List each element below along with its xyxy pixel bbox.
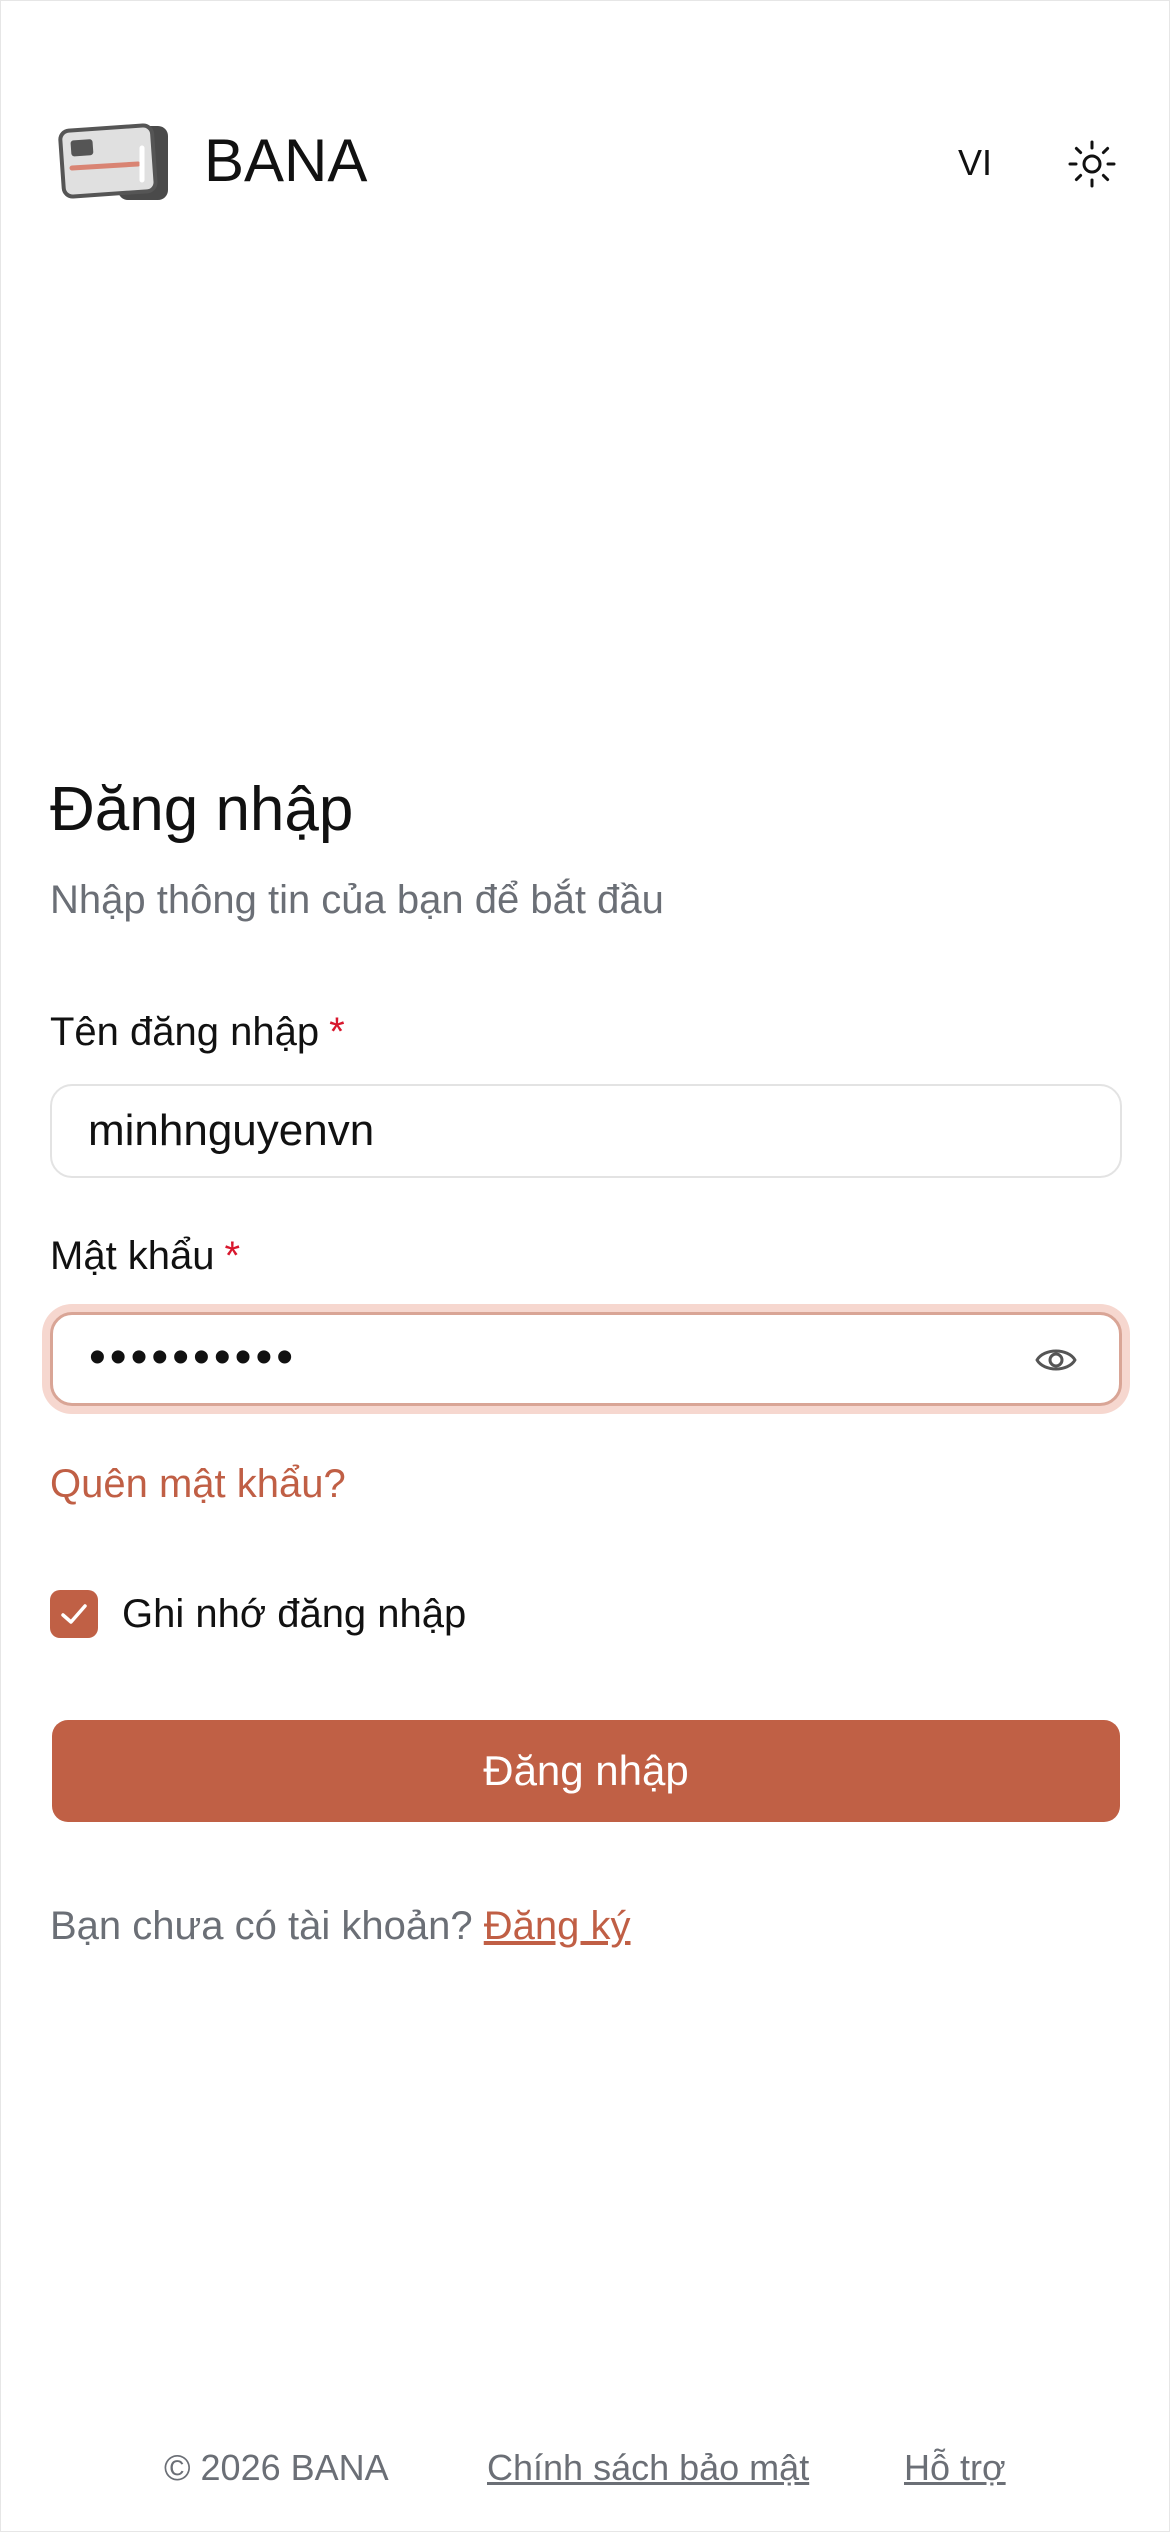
theme-toggle-button[interactable] bbox=[1066, 138, 1118, 190]
required-mark: * bbox=[329, 1010, 345, 1054]
checkmark-icon bbox=[61, 1604, 87, 1624]
app-header: BANA VI bbox=[0, 0, 1172, 320]
username-label-text: Tên đăng nhập bbox=[50, 1010, 320, 1054]
password-input[interactable]: •••••••••• bbox=[89, 1315, 297, 1403]
card-icon bbox=[58, 123, 168, 200]
password-label-text: Mật khẩu bbox=[50, 1234, 215, 1278]
login-button[interactable]: Đăng nhập bbox=[52, 1720, 1120, 1822]
language-switch-button[interactable]: VI bbox=[940, 138, 1010, 188]
copyright-text: © 2026 BANA bbox=[164, 2447, 389, 2488]
password-label: Mật khẩu * bbox=[50, 1228, 240, 1284]
privacy-policy-link[interactable]: Chính sách bảo mật bbox=[487, 2440, 809, 2496]
username-label: Tên đăng nhập * bbox=[50, 1004, 345, 1060]
signup-prompt: Bạn chưa có tài khoản? Đăng ký bbox=[50, 1898, 631, 1954]
support-link[interactable]: Hỗ trợ bbox=[904, 2440, 1006, 2496]
sun-icon bbox=[1068, 140, 1116, 188]
eye-icon bbox=[1035, 1349, 1077, 1371]
password-field[interactable]: •••••••••• bbox=[50, 1312, 1122, 1406]
required-mark: * bbox=[224, 1234, 241, 1278]
remember-me-label[interactable]: Ghi nhớ đăng nhập bbox=[122, 1586, 466, 1642]
page-subtitle: Nhập thông tin của bạn để bắt đầu bbox=[50, 878, 664, 922]
page-title: Đăng nhập bbox=[50, 775, 354, 844]
app-footer: © 2026 BANA Chính sách bảo mật Hỗ trợ bbox=[0, 2440, 1172, 2500]
no-account-text: Bạn chưa có tài khoản? bbox=[50, 1904, 473, 1948]
forgot-password-link[interactable]: Quên mật khẩu? bbox=[50, 1456, 346, 1512]
remember-me-checkbox[interactable] bbox=[50, 1590, 98, 1638]
signup-link[interactable]: Đăng ký bbox=[484, 1904, 631, 1948]
username-input[interactable] bbox=[88, 1086, 988, 1176]
brand-name: BANA bbox=[204, 127, 368, 194]
username-field[interactable] bbox=[50, 1084, 1122, 1178]
show-password-button[interactable] bbox=[1033, 1337, 1079, 1383]
